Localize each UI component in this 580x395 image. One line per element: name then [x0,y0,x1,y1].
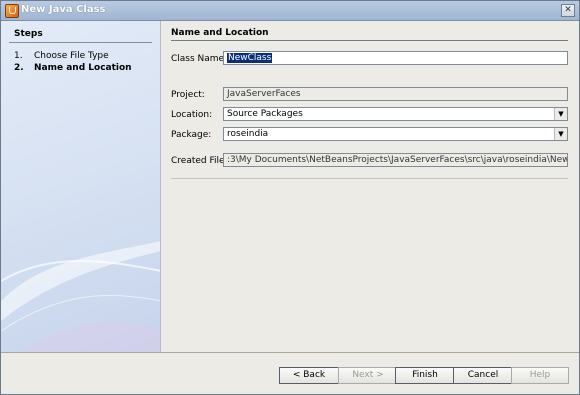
form-separator [171,178,568,179]
location-value: Source Packages [227,109,303,119]
footer-divider [1,352,579,353]
steps-heading: Steps [14,29,43,39]
netbeans-app-icon [5,4,19,18]
step-label: Choose File Type [34,51,109,61]
section-heading: Name and Location [171,28,269,38]
cancel-button[interactable]: Cancel [453,367,513,384]
title-bar[interactable]: New Java Class ✕ [1,1,579,21]
close-icon: ✕ [564,5,572,15]
project-label: Project: [171,90,205,100]
class-name-label: Class Name: [171,54,228,64]
step-name-and-location: 2. Name and Location [14,63,132,73]
window-title: New Java Class [21,4,106,15]
finish-button[interactable]: Finish [395,367,455,384]
package-label: Package: [171,130,212,140]
project-field: JavaServerFaces [223,87,568,101]
class-name-value: NewClass [227,53,273,63]
next-button[interactable]: Next > [338,367,398,384]
location-select[interactable]: Source Packages ▼ [223,107,568,121]
step-choose-file-type: 1. Choose File Type [14,51,109,61]
section-divider [171,40,568,41]
help-button[interactable]: Help [511,367,569,384]
location-label: Location: [171,110,213,120]
steps-divider [9,42,152,43]
class-name-input[interactable]: NewClass [223,51,568,65]
close-button[interactable]: ✕ [561,4,575,17]
back-button[interactable]: < Back [279,367,339,384]
step-number: 2. [14,63,24,73]
step-label: Name and Location [34,63,132,73]
package-value: roseindia [227,129,269,139]
decorative-swoosh [1,241,160,352]
dialog-window: New Java Class ✕ Steps 1. Choose File Typ… [0,0,580,395]
chevron-down-icon[interactable]: ▼ [554,108,567,120]
created-file-field: :3\My Documents\NetBeansProjects\JavaSer… [223,153,568,167]
created-file-label: Created File: [171,156,228,166]
steps-panel: Steps 1. Choose File Type 2. Name and Loca… [1,21,161,352]
step-number: 1. [14,51,23,61]
package-combobox[interactable]: roseindia ▼ [223,127,568,141]
chevron-down-icon[interactable]: ▼ [554,128,567,140]
